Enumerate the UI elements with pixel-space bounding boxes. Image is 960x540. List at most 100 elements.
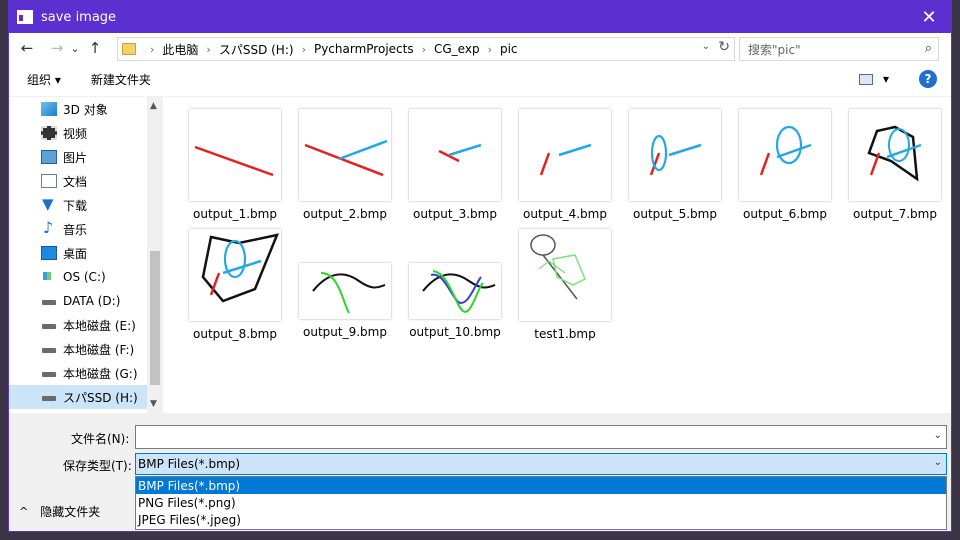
breadcrumb-cg-exp[interactable]: CG_exp <box>434 42 480 56</box>
help-icon[interactable]: ? <box>919 70 937 88</box>
file-name: output_7.bmp <box>853 207 937 221</box>
scrollbar-thumb[interactable] <box>150 251 160 385</box>
filetype-label: 保存类型(T): <box>63 459 132 473</box>
sidebar-item-os-c[interactable]: OS (C:) <box>9 265 163 289</box>
video-icon <box>41 126 57 140</box>
file-list: output_1.bmp output_2.bmp output_3.bmp o… <box>181 105 951 411</box>
sidebar-item-videos[interactable]: 视频 <box>9 121 163 145</box>
breadcrumb-pycharmprojects[interactable]: PycharmProjects <box>314 42 414 56</box>
drive-icon <box>41 366 57 380</box>
drive-icon <box>41 294 57 308</box>
desktop-icon <box>41 246 57 260</box>
hide-folders-button[interactable]: ^ 隐藏文件夹 <box>19 503 100 520</box>
filename-label: 文件名(N): <box>71 432 130 446</box>
file-name: output_9.bmp <box>303 325 387 339</box>
file-name: output_4.bmp <box>523 207 607 221</box>
new-folder-button[interactable]: 新建文件夹 <box>91 71 151 88</box>
sidebar-item-3d-objects[interactable]: 3D 对象 <box>9 97 163 121</box>
scroll-down-icon[interactable]: ▼ <box>150 399 157 409</box>
file-thumbnail <box>629 109 721 201</box>
command-bar: 组织 ▾ 新建文件夹 ▾ ? <box>9 63 951 97</box>
view-icon <box>859 73 873 85</box>
chevron-down-icon[interactable]: ⌄ <box>934 457 942 468</box>
filetype-select[interactable]: BMP Files(*.bmp) ⌄ <box>135 453 947 475</box>
filetype-option-png[interactable]: PNG Files(*.png) <box>136 494 946 511</box>
address-dropdown-icon[interactable]: ⌄ <box>702 41 710 52</box>
breadcrumb-this-pc[interactable]: 此电脑 <box>162 41 198 58</box>
navigation-pane: 3D 对象 视频 图片 文档 下载 音乐 桌面 OS (C:) DATA (D:… <box>9 97 163 413</box>
up-folder-icon[interactable]: ↑ <box>83 36 107 60</box>
drive-icon <box>41 390 57 404</box>
file-thumbnail <box>519 229 611 321</box>
chevron-down-icon[interactable]: ⌄ <box>934 430 942 441</box>
breadcrumb-separator: › <box>206 42 211 56</box>
file-item[interactable]: output_5.bmp <box>623 109 727 221</box>
file-name: output_8.bmp <box>193 327 277 341</box>
music-icon <box>41 218 57 237</box>
folder-icon <box>122 43 136 55</box>
breadcrumb-separator: › <box>421 42 426 56</box>
filetype-option-bmp[interactable]: BMP Files(*.bmp) <box>136 477 946 494</box>
back-icon[interactable]: ← <box>15 36 39 60</box>
filetype-value: BMP Files(*.bmp) <box>138 457 241 471</box>
breadcrumb-separator: › <box>150 42 155 56</box>
refresh-icon[interactable]: ↻ <box>718 39 730 55</box>
filetype-option-jpeg[interactable]: JPEG Files(*.jpeg) <box>136 511 946 528</box>
filetype-dropdown-list: BMP Files(*.bmp) PNG Files(*.png) JPEG F… <box>135 476 947 530</box>
file-thumbnail <box>739 109 831 201</box>
sidebar-item-documents[interactable]: 文档 <box>9 169 163 193</box>
file-item[interactable]: output_3.bmp <box>403 109 507 221</box>
sidebar-item-downloads[interactable]: 下载 <box>9 193 163 217</box>
sidebar-item-data-d[interactable]: DATA (D:) <box>9 289 163 313</box>
file-item[interactable]: output_1.bmp <box>183 109 287 221</box>
forward-icon[interactable]: → <box>45 36 69 60</box>
sidebar-scrollbar[interactable]: ▲ ▼ <box>147 97 163 413</box>
recent-locations-icon[interactable]: ⌄ <box>69 36 81 60</box>
chevron-up-icon: ^ <box>19 505 29 518</box>
file-thumbnail <box>409 109 501 201</box>
search-icon[interactable]: ⌕ <box>925 41 932 56</box>
breadcrumb-pic[interactable]: pic <box>500 42 518 56</box>
sidebar-item-ssd-h[interactable]: スパSSD (H:) <box>9 385 163 409</box>
breadcrumb-separator: › <box>301 42 306 56</box>
background-window-right <box>952 0 960 540</box>
drive-icon <box>41 318 57 332</box>
file-item[interactable]: output_2.bmp <box>293 109 397 221</box>
view-dropdown-icon: ▾ <box>883 72 890 86</box>
3d-objects-icon <box>41 102 57 116</box>
address-bar[interactable]: › 此电脑 › スパSSD (H:) › PycharmProjects › C… <box>117 37 735 61</box>
search-input[interactable]: 搜索"pic" ⌕ <box>739 37 939 61</box>
sidebar-item-disk-e[interactable]: 本地磁盘 (E:) <box>9 313 163 337</box>
sidebar-item-pictures[interactable]: 图片 <box>9 145 163 169</box>
hide-folders-label: 隐藏文件夹 <box>40 505 101 519</box>
file-thumbnail <box>519 109 611 201</box>
file-name: output_5.bmp <box>633 207 717 221</box>
breadcrumb-separator: › <box>487 42 492 56</box>
organize-button[interactable]: 组织 ▾ <box>27 71 61 88</box>
background-window-bottom <box>0 532 960 540</box>
documents-icon <box>41 174 57 188</box>
sidebar-item-desktop[interactable]: 桌面 <box>9 241 163 265</box>
file-thumbnail <box>299 109 391 201</box>
file-item[interactable]: output_9.bmp <box>293 229 397 339</box>
file-item[interactable]: test1.bmp <box>513 229 617 341</box>
close-icon[interactable]: ✕ <box>907 1 951 33</box>
file-item[interactable]: output_4.bmp <box>513 109 617 221</box>
sidebar-item-disk-g[interactable]: 本地磁盘 (G:) <box>9 361 163 385</box>
scroll-up-icon[interactable]: ▲ <box>150 101 157 111</box>
os-drive-icon <box>41 270 57 284</box>
file-item[interactable]: output_8.bmp <box>183 229 287 341</box>
file-item[interactable]: output_6.bmp <box>733 109 837 221</box>
sidebar-item-disk-f[interactable]: 本地磁盘 (F:) <box>9 337 163 361</box>
file-name: output_3.bmp <box>413 207 497 221</box>
file-item[interactable]: output_7.bmp <box>843 109 947 221</box>
filename-field[interactable]: ⌄ <box>135 425 947 449</box>
breadcrumb-drive[interactable]: スパSSD (H:) <box>219 41 294 58</box>
browser-body: 3D 对象 视频 图片 文档 下载 音乐 桌面 OS (C:) DATA (D:… <box>9 97 951 413</box>
window-icon <box>17 10 33 24</box>
change-view-button[interactable]: ▾ <box>859 72 889 86</box>
file-thumbnail <box>189 229 281 321</box>
sidebar-item-music[interactable]: 音乐 <box>9 217 163 241</box>
file-item[interactable]: output_10.bmp <box>403 229 507 339</box>
downloads-icon <box>41 195 57 213</box>
